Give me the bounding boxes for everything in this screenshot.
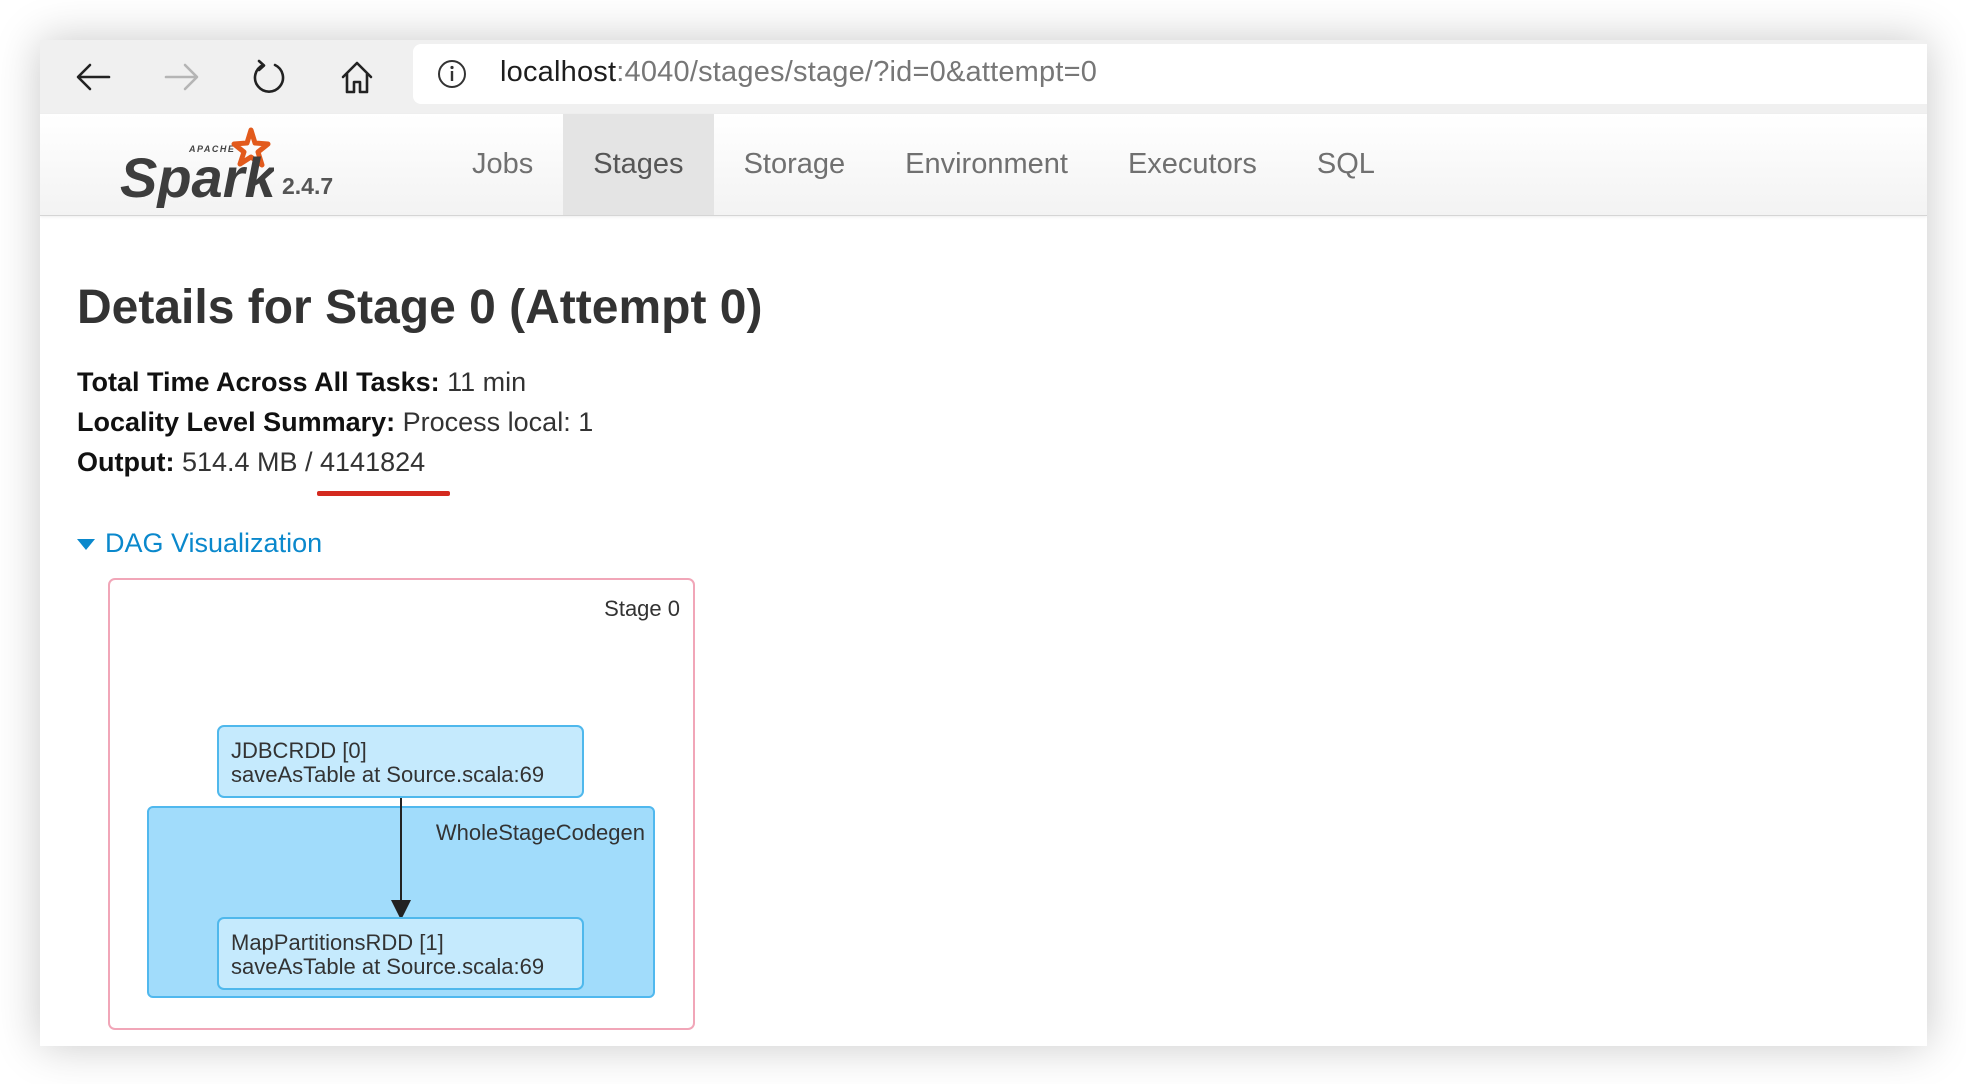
- dag-visualization-toggle[interactable]: DAG Visualization: [77, 528, 322, 559]
- node-title: JDBCRDD [0]: [231, 738, 367, 763]
- summary-value: Process local: 1: [395, 407, 594, 437]
- page-title: Details for Stage 0 (Attempt 0): [77, 281, 763, 334]
- highlight-underline: [317, 491, 450, 496]
- forward-button[interactable]: [159, 54, 205, 100]
- node-subtitle: saveAsTable at Source.scala:69: [231, 762, 544, 787]
- info-icon[interactable]: [437, 59, 467, 89]
- browser-toolbar: localhost:4040/stages/stage/?id=0&attemp…: [40, 40, 1927, 115]
- browser-window: localhost:4040/stages/stage/?id=0&attemp…: [40, 40, 1927, 1046]
- summary-label: Output:: [77, 447, 175, 477]
- caret-down-icon: [77, 539, 95, 550]
- back-button[interactable]: [70, 54, 116, 100]
- address-bar[interactable]: localhost:4040/stages/stage/?id=0&attemp…: [413, 44, 1927, 104]
- reload-icon: [253, 59, 285, 93]
- url-host: localhost: [500, 56, 617, 88]
- tab-environment[interactable]: Environment: [875, 114, 1098, 215]
- summary-label: Total Time Across All Tasks:: [77, 367, 440, 397]
- dag-toggle-label: DAG Visualization: [105, 528, 323, 558]
- arrow-left-icon: [76, 63, 111, 91]
- summary-value: 514.4 MB / 4141824: [174, 447, 426, 477]
- tab-executors[interactable]: Executors: [1098, 114, 1287, 215]
- tab-stages[interactable]: Stages: [563, 114, 714, 215]
- tab-sql[interactable]: SQL: [1287, 114, 1405, 215]
- node-subtitle: saveAsTable at Source.scala:69: [231, 954, 544, 979]
- nav-tabs: Jobs Stages Storage Environment Executor…: [442, 114, 1405, 215]
- tab-storage[interactable]: Storage: [714, 114, 876, 215]
- home-icon: [341, 61, 373, 94]
- stage-label: Stage 0: [604, 596, 680, 621]
- spark-version: 2.4.7: [282, 173, 334, 199]
- url-text[interactable]: localhost:4040/stages/stage/?id=0&attemp…: [500, 56, 1097, 89]
- node-title: MapPartitionsRDD [1]: [231, 930, 444, 955]
- spark-logo[interactable]: APACHE Spark: [114, 118, 274, 208]
- home-button[interactable]: [334, 54, 380, 100]
- url-path: :4040/stages/stage/?id=0&attempt=0: [616, 56, 1098, 88]
- arrow-right-icon: [164, 63, 199, 91]
- summary-locality: Locality Level Summary: Process local: 1: [77, 402, 593, 442]
- reload-button[interactable]: [246, 54, 292, 100]
- tab-jobs[interactable]: Jobs: [442, 114, 563, 215]
- dag-graph: Stage 0 WholeStageCodegen JDBCRDD [0] sa…: [108, 578, 695, 1030]
- summary-output: Output: 514.4 MB / 4141824: [77, 442, 593, 482]
- summary-label: Locality Level Summary:: [77, 407, 396, 437]
- summary-total-time: Total Time Across All Tasks: 11 min: [77, 362, 593, 402]
- wholestagecodegen-label: WholeStageCodegen: [436, 820, 645, 845]
- summary-value: 11 min: [439, 367, 527, 397]
- logo-spark-text: Spark: [120, 146, 274, 208]
- stage-summary: Total Time Across All Tasks: 11 min Loca…: [77, 362, 593, 482]
- spark-navbar: APACHE Spark 2.4.7 Jobs Stages Storage E…: [40, 114, 1927, 216]
